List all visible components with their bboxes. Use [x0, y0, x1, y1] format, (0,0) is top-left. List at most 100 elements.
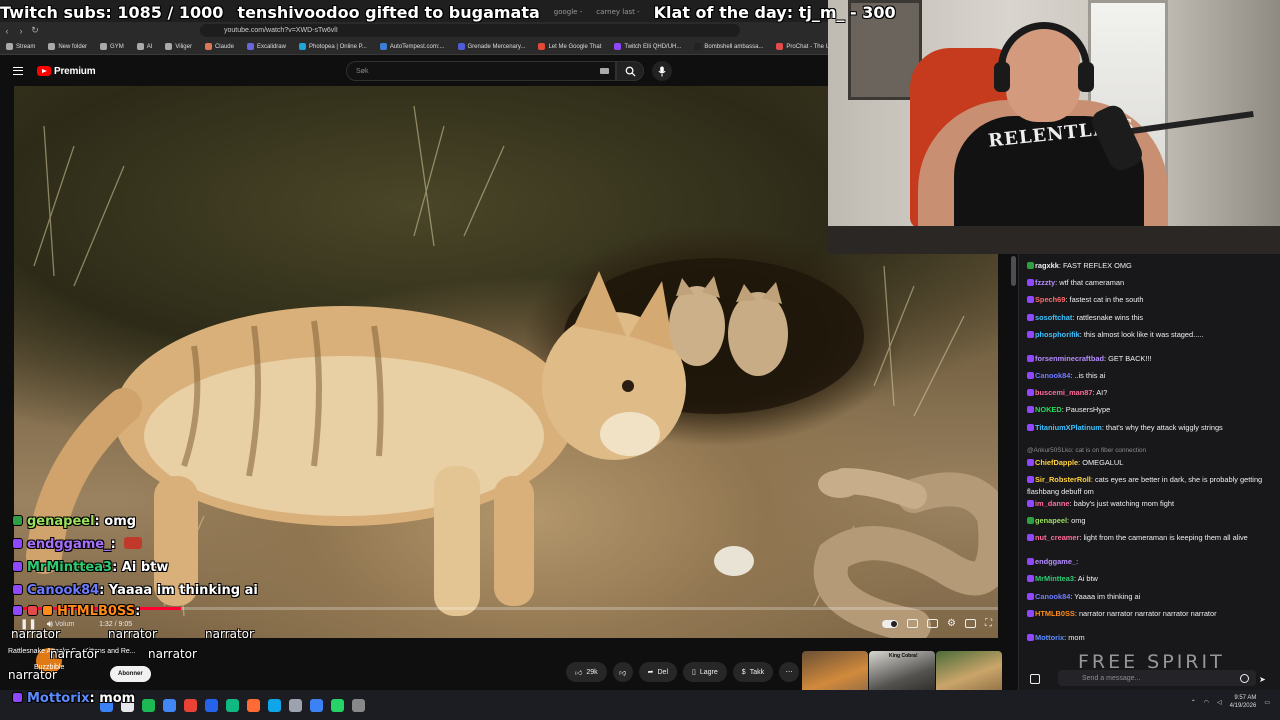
bookmark-item[interactable]: New folder — [48, 43, 87, 50]
chat-message: Mottorix: mom — [1027, 632, 1273, 644]
wifi-icon[interactable]: ◠ — [1204, 699, 1209, 706]
youtube-logo[interactable]: Premium — [37, 66, 96, 77]
bookmark-item[interactable]: AI — [136, 43, 153, 50]
chat-username[interactable]: TitaniumXPlatinum — [1035, 423, 1102, 432]
chat-send-icon[interactable]: ➤ — [1259, 675, 1266, 684]
url-field[interactable]: youtube.com/watch?v=XWD-sTw6vlI — [200, 24, 740, 37]
menu-icon[interactable] — [13, 67, 23, 75]
chat-username[interactable]: nut_creamer — [1035, 533, 1079, 542]
more-actions-button[interactable]: ⋯ — [779, 662, 800, 682]
headphones — [998, 22, 1090, 82]
speaker-icon[interactable]: ◁ — [1217, 699, 1222, 706]
chat-username[interactable]: HTMLB0SS — [1035, 609, 1075, 618]
chat-username[interactable]: ragxkk — [1035, 261, 1059, 270]
chat-scrollbar[interactable] — [1011, 256, 1016, 286]
chat-username[interactable]: ChiefDapple — [1035, 458, 1078, 467]
search-input[interactable]: Søk — [346, 61, 616, 81]
ghost-tab-2[interactable]: carney last - — [596, 8, 639, 16]
search-button[interactable] — [616, 61, 644, 81]
bookmark-item[interactable]: Let Me Google That — [538, 43, 601, 50]
taskbar-app-icon[interactable] — [331, 698, 344, 712]
subscribe-button[interactable]: Abonner — [110, 666, 151, 682]
chat-username[interactable]: NOKED — [1035, 405, 1062, 414]
save-button[interactable]: ▯ Lagre — [683, 662, 727, 682]
taskbar-app-icon[interactable] — [184, 698, 197, 712]
keyboard-icon[interactable] — [600, 68, 609, 74]
notification-icon[interactable]: ▭ — [1264, 699, 1270, 706]
chat-username[interactable]: Sir_RobsterRoll — [1035, 475, 1091, 484]
chat-username[interactable]: genapeel — [1035, 516, 1067, 525]
gift-message: tenshivoodoo gifted to bugamata — [237, 2, 540, 22]
taskbar-app-icon[interactable] — [142, 698, 155, 712]
subtitles-icon[interactable] — [907, 619, 919, 628]
chat-settings-icon[interactable] — [1030, 674, 1040, 684]
bookmark-item[interactable]: Photopea | Online P... — [298, 43, 367, 50]
bookmark-item[interactable]: AutoTempest.com:... — [379, 43, 445, 50]
chat-username[interactable]: MrMinttea3 — [1035, 574, 1074, 583]
related-thumbnail-3[interactable] — [936, 651, 1002, 695]
bookmark-item[interactable]: Bombshell ambassa... — [694, 43, 763, 50]
related-thumbnail-2-label: King Cobra! — [889, 653, 918, 659]
settings-icon[interactable]: ⚙ — [947, 618, 956, 629]
bookmark-icon — [776, 43, 784, 50]
bookmark-item[interactable]: Grenade Mercenary... — [457, 43, 525, 50]
chevron-up-icon[interactable]: ⌃ — [1191, 699, 1196, 706]
thumbs-down-icon: 👎︎ — [619, 669, 627, 677]
url-text: youtube.com/watch?v=XWD-sTw6vlI — [224, 27, 338, 34]
bookmark-item[interactable]: GYM — [100, 43, 124, 50]
chat-input[interactable]: Send a message... — [1058, 670, 1256, 686]
reload-icon[interactable]: ↻ — [28, 25, 42, 36]
emote-picker-icon[interactable] — [1240, 674, 1249, 683]
taskbar-app-icon[interactable] — [289, 698, 302, 712]
related-thumbnail-2[interactable]: King Cobra! — [869, 651, 935, 695]
overlay-narrator-text: narrator — [108, 627, 157, 641]
overlay-narrator-text: narrator — [11, 627, 60, 641]
chat-text: : FAST REFLEX OMG — [1058, 261, 1132, 270]
taskbar-app-icon[interactable] — [247, 698, 260, 712]
overlay-chat-user: HTMLB0SS — [57, 604, 136, 619]
stream-overlay-banner: Twitch subs: 1085 / 1000 tenshivoodoo gi… — [0, 0, 896, 24]
autoplay-toggle[interactable] — [882, 619, 899, 628]
bookmark-item[interactable]: Stream — [6, 43, 35, 50]
bookmark-icon — [246, 43, 254, 50]
chat-username[interactable]: forsenminecraftbad — [1035, 354, 1104, 363]
back-icon[interactable]: ‹ — [0, 26, 14, 36]
bookmark-item[interactable]: Twitch Elli QHD/UH... — [614, 43, 681, 50]
taskbar-app-icon[interactable] — [352, 698, 365, 712]
taskbar-app-icon[interactable] — [226, 698, 239, 712]
ghost-tab-1[interactable]: google - — [554, 8, 582, 16]
taskbar-app-icon[interactable] — [310, 698, 323, 712]
share-button[interactable]: ➦ Del — [638, 662, 678, 682]
taskbar-app-icon[interactable] — [205, 698, 218, 712]
bookmark-item[interactable]: Viliger — [165, 43, 192, 50]
like-button[interactable]: 👍︎ 29k — [566, 662, 607, 682]
related-thumbnail-1[interactable] — [802, 651, 868, 695]
taskbar-apps — [100, 698, 365, 712]
chat-username[interactable]: Spech69 — [1035, 295, 1065, 304]
fullscreen-icon[interactable]: ⛶ — [985, 618, 992, 629]
chat-username[interactable]: fzzzty — [1035, 278, 1055, 287]
bookmark-label: AI — [146, 43, 153, 50]
chat-username[interactable]: buscemi_man87 — [1035, 388, 1093, 397]
bookmark-item[interactable]: Claude — [204, 43, 234, 50]
miniplayer-icon[interactable] — [927, 619, 939, 628]
theater-mode-icon[interactable] — [965, 619, 976, 628]
forward-icon[interactable]: › — [14, 26, 28, 36]
bookmark-item[interactable]: Excalidraw — [246, 43, 286, 50]
overlay-chat-user: endggame_ — [27, 537, 111, 552]
chat-username[interactable]: Canook84 — [1035, 371, 1070, 380]
thanks-button[interactable]: $ Takk — [732, 662, 774, 682]
chat-username[interactable]: sosoftchat — [1035, 313, 1072, 322]
voice-search-button[interactable] — [652, 61, 672, 81]
chat-text: : OMEGALUL — [1078, 457, 1124, 467]
chat-username[interactable]: endggame_ — [1035, 557, 1076, 566]
taskbar-app-icon[interactable] — [163, 698, 176, 712]
clock[interactable]: 9:57 AM 4/19/2026 — [1230, 694, 1257, 710]
chat-username[interactable]: Mottorix — [1035, 633, 1064, 642]
chat-username[interactable]: phosphorifik — [1035, 330, 1080, 339]
dislike-button[interactable]: 👎︎ — [612, 662, 633, 682]
taskbar-app-icon[interactable] — [268, 698, 281, 712]
bookmark-icon — [136, 43, 144, 50]
chat-username[interactable]: im_danne — [1035, 499, 1070, 508]
chat-username[interactable]: Canook84 — [1035, 592, 1070, 601]
